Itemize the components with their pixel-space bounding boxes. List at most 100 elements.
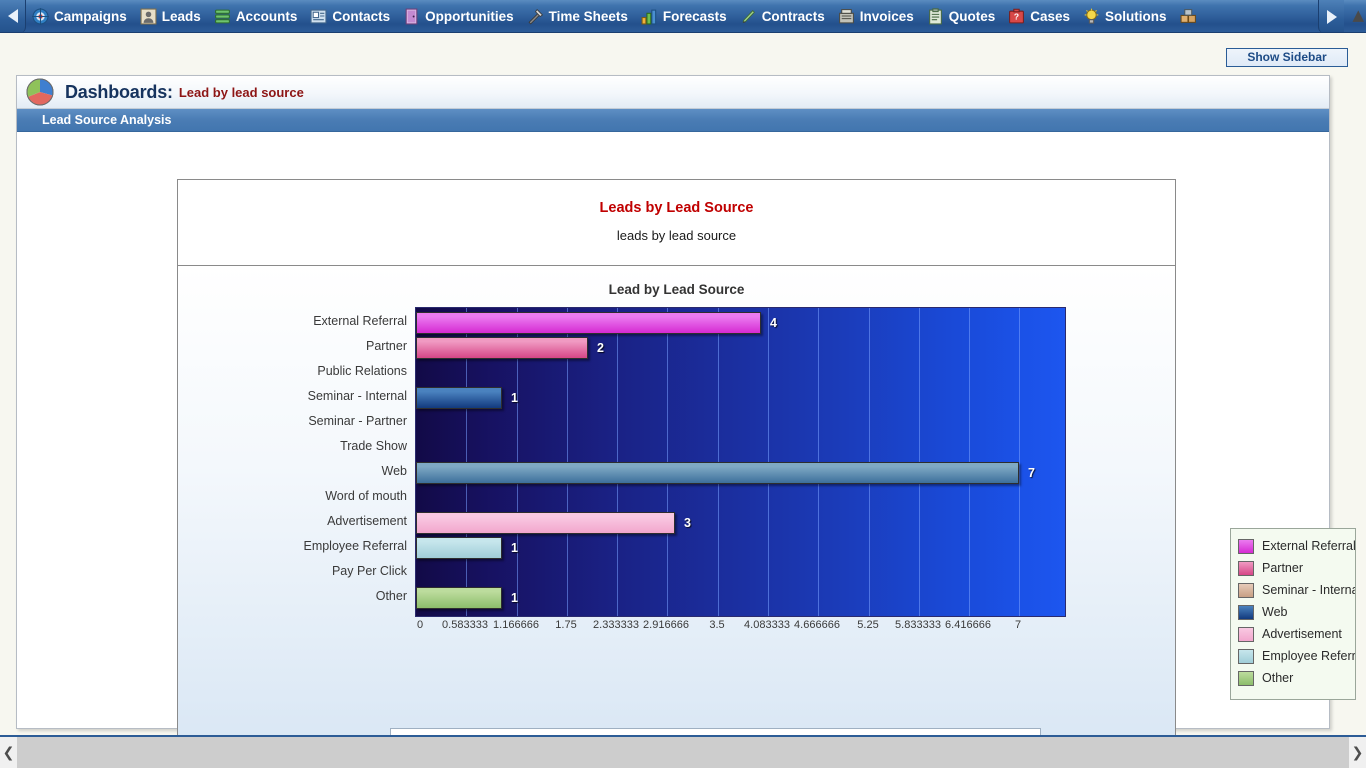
- scrollbar-track[interactable]: [17, 737, 1349, 768]
- nav-item-cases[interactable]: ? Cases: [1002, 0, 1077, 32]
- nav-item-label: Opportunities: [425, 8, 514, 24]
- nav-item-leads[interactable]: Leads: [134, 0, 208, 32]
- nav-item-campaigns[interactable]: Campaigns: [26, 0, 134, 32]
- category-label: Pay Per Click: [331, 564, 407, 578]
- nav-item-contracts[interactable]: Contracts: [734, 0, 832, 32]
- bar[interactable]: [416, 512, 675, 534]
- nav-item-label: Contracts: [761, 8, 825, 24]
- bar-value-label: 4: [770, 316, 777, 330]
- nav-item-accounts[interactable]: Accounts: [208, 0, 305, 32]
- dashboard-panel: Dashboards: Lead by lead source Lead Sou…: [16, 75, 1356, 768]
- invoices-register-icon: [838, 8, 855, 25]
- section-title-bar: Lead Source Analysis: [17, 109, 1329, 132]
- x-axis-tick-label: 0: [417, 619, 424, 631]
- x-axis-tick-label: 2.333333: [593, 619, 639, 631]
- legend-label: Employee Referral: [1262, 649, 1356, 663]
- scroll-right-button[interactable]: ❯: [1349, 737, 1366, 768]
- nav-item-invoices[interactable]: Invoices: [832, 0, 921, 32]
- nav-item-products[interactable]: [1174, 0, 1204, 32]
- x-axis-tick-label: 4.666666: [794, 619, 840, 631]
- category-label: Partner: [366, 339, 407, 353]
- bar-value-label: 1: [511, 591, 518, 605]
- contracts-pen-icon: [740, 8, 757, 25]
- legend-label: Partner: [1262, 561, 1303, 575]
- legend-label: External Referral: [1262, 539, 1356, 553]
- category-label: Other: [375, 589, 407, 603]
- nav-item-label: Accounts: [235, 8, 298, 24]
- nav-item-contacts[interactable]: Contacts: [304, 0, 397, 32]
- legend-swatch: [1238, 626, 1254, 642]
- dashlet-title-area: Leads by Lead Source leads by lead sourc…: [178, 180, 1175, 266]
- legend-item[interactable]: Seminar - Internal: [1238, 581, 1356, 599]
- svg-text:?: ?: [1014, 11, 1019, 21]
- quotes-clipboard-icon: [927, 7, 944, 25]
- legend-swatch: [1238, 648, 1254, 664]
- nav-item-label: Invoices: [859, 8, 914, 24]
- bar[interactable]: [416, 312, 761, 334]
- x-axis-tick-label: 0.583333: [442, 619, 488, 631]
- dashboard-header: Dashboards: Lead by lead source: [17, 76, 1329, 109]
- category-label: External Referral: [313, 314, 407, 328]
- x-axis-tick-label: 7: [1014, 619, 1022, 631]
- nav-item-quotes[interactable]: Quotes: [921, 0, 1003, 32]
- nav-item-label: Solutions: [1105, 8, 1167, 24]
- nav-item-solutions[interactable]: Solutions: [1077, 0, 1174, 32]
- bar-value-label: 3: [684, 516, 691, 530]
- cases-briefcase-icon: ?: [1008, 8, 1025, 25]
- nav-item-time-sheets[interactable]: Time Sheets: [521, 0, 635, 32]
- legend-label: Web: [1262, 605, 1288, 619]
- legend-item[interactable]: External Referral: [1238, 537, 1356, 555]
- x-axis-tick-label: 5.25: [857, 619, 879, 631]
- legend-item[interactable]: Partner: [1238, 559, 1303, 577]
- nav-item-label: Time Sheets: [548, 8, 628, 24]
- nav-item-label: Quotes: [948, 8, 996, 24]
- page-subtitle: Lead by lead source: [178, 84, 304, 100]
- horizontal-scrollbar[interactable]: ❮ ❯: [0, 737, 1366, 768]
- nav-scroll-left-button[interactable]: [0, 0, 26, 32]
- show-sidebar-row: Show Sidebar: [1226, 48, 1356, 67]
- legend-swatch: [1238, 604, 1254, 620]
- nav-items-container: Campaigns Leads Accounts Contacts Opportunit…: [26, 0, 1204, 32]
- time-sheets-hammer-icon: [527, 8, 544, 25]
- dashlet-sub-title: leads by lead source: [616, 228, 737, 243]
- caret-up-icon[interactable]: ▲: [1352, 8, 1364, 23]
- bar-value-label: 1: [511, 541, 518, 555]
- x-axis-tick-label: 5.833333: [895, 619, 941, 631]
- campaigns-target-icon: [32, 7, 49, 25]
- legend-item[interactable]: Other: [1238, 669, 1293, 687]
- legend-label: Seminar - Internal: [1262, 583, 1356, 597]
- category-label: Word of mouth: [325, 489, 407, 503]
- legend-item[interactable]: Web: [1238, 603, 1287, 621]
- opportunities-door-icon: [403, 8, 420, 25]
- legend-item[interactable]: Advertisement: [1238, 625, 1342, 643]
- category-label: Employee Referral: [303, 539, 407, 553]
- bar[interactable]: [416, 387, 502, 409]
- chart-legend: External Referral Partner Seminar - Intern…: [1230, 528, 1356, 700]
- page-body: Show Sidebar Dashboards: Lead by lead so…: [0, 33, 1366, 768]
- category-label: Public Relations: [317, 364, 407, 378]
- nav-item-opportunities[interactable]: Opportunities: [397, 0, 521, 32]
- legend-item[interactable]: Employee Referral: [1238, 647, 1356, 665]
- forecasts-chart-icon: [641, 8, 658, 25]
- nav-item-forecasts[interactable]: Forecasts: [635, 0, 734, 32]
- value-axis: 0 0.583333 1.166666 1.75 2.333333 2.916666 3.5…: [415, 619, 1075, 635]
- x-axis-tick-label: 2.916666: [643, 619, 689, 631]
- x-axis-tick-label: 3.5: [709, 619, 725, 631]
- chart-title: Lead by Lead Source: [608, 282, 745, 297]
- show-sidebar-button[interactable]: Show Sidebar: [1226, 48, 1348, 67]
- nav-item-label: Leads: [161, 8, 201, 24]
- bar[interactable]: [416, 462, 1019, 484]
- legend-swatch: [1238, 670, 1254, 686]
- contacts-card-icon: [310, 8, 327, 25]
- nav-scroll-right-button[interactable]: [1318, 0, 1344, 32]
- category-label: Seminar - Internal: [307, 389, 407, 403]
- legend-swatch: [1238, 582, 1254, 598]
- category-label: Advertisement: [327, 514, 407, 528]
- triangle-right-icon: [1326, 9, 1337, 24]
- scroll-left-button[interactable]: ❮: [0, 737, 17, 768]
- plot-area[interactable]: 4 2 1 7 3 1 1: [415, 307, 1066, 617]
- bar[interactable]: [416, 537, 502, 559]
- bar[interactable]: [416, 337, 588, 359]
- bar[interactable]: [416, 587, 502, 609]
- category-label: Web: [381, 464, 407, 478]
